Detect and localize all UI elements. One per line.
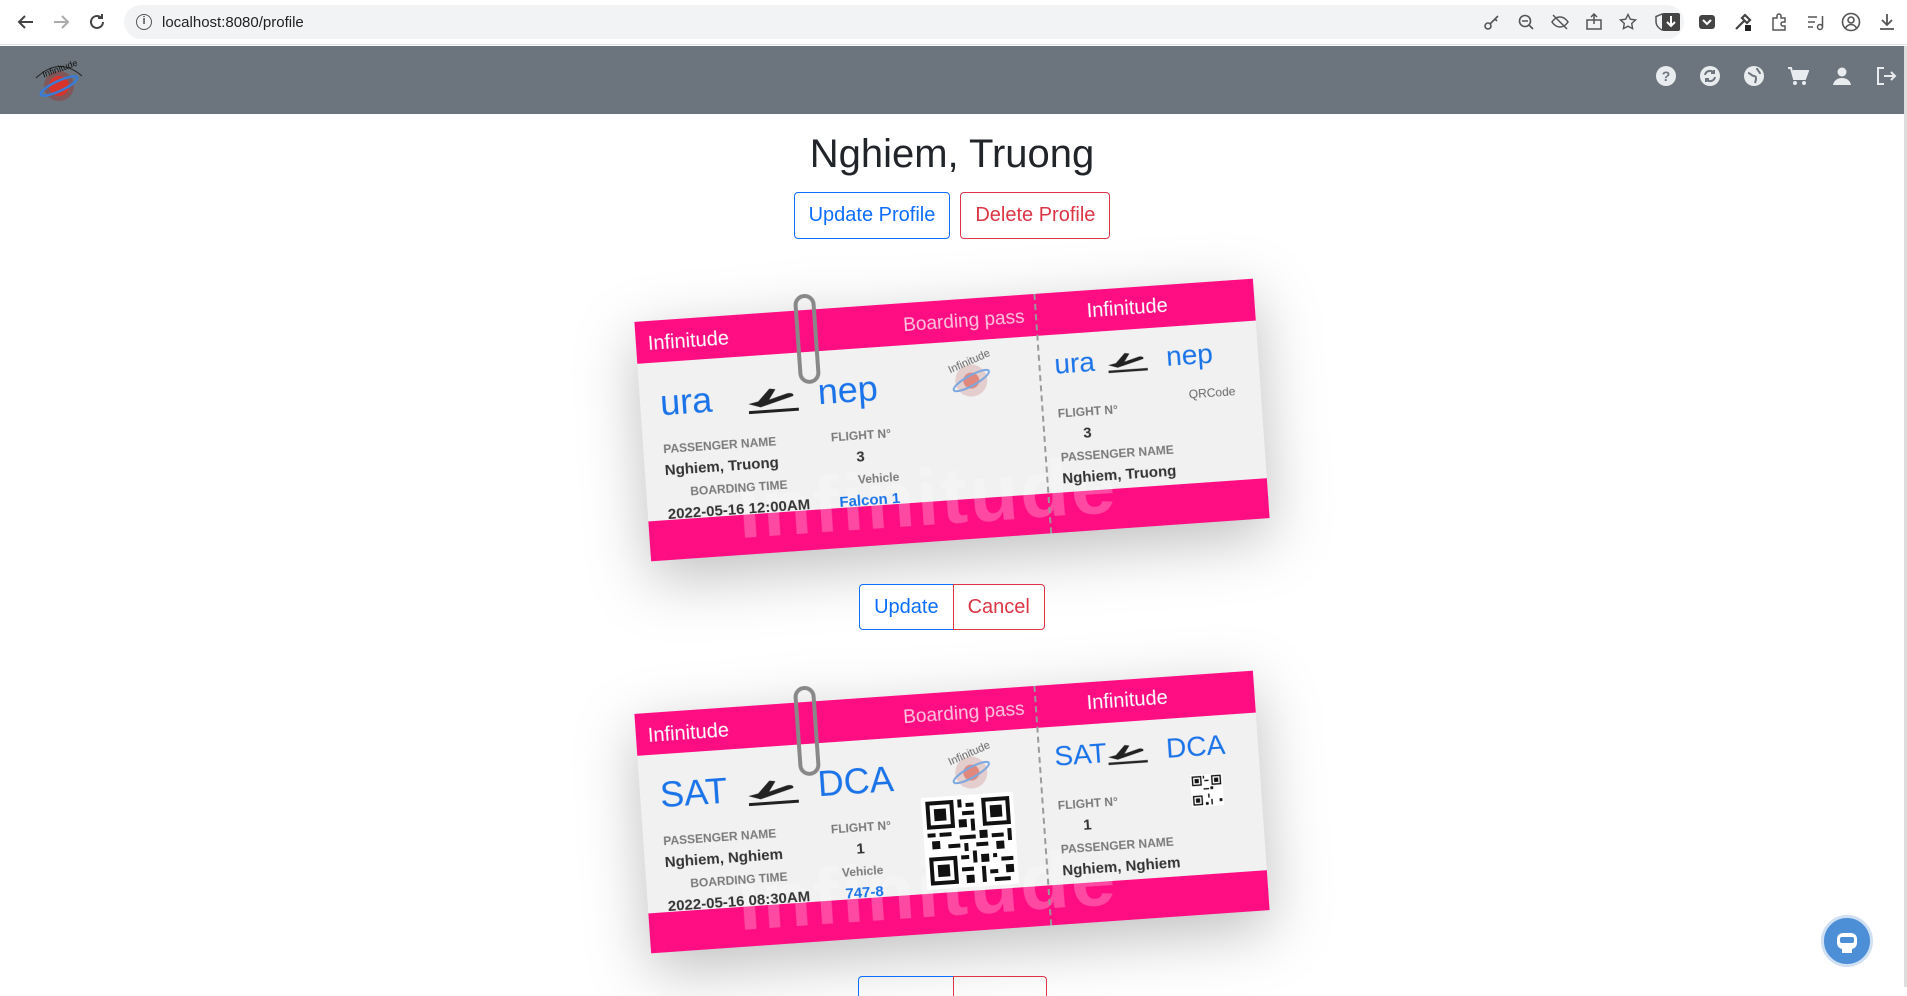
browser-toolbar: i localhost:8080/profile xyxy=(0,0,1907,45)
user-icon[interactable] xyxy=(1830,64,1854,88)
passenger-name-label: PASSENGER NAME xyxy=(663,434,777,456)
stub-plane-icon xyxy=(1105,340,1151,380)
stub-flight-label: FLIGHT N° xyxy=(1057,402,1118,420)
update-profile-button[interactable]: Update Profile xyxy=(794,192,951,239)
vehicle-label: Vehicle xyxy=(857,470,899,487)
boarding-pass-card: Infinitude Infinitude Boarding pass Infi… xyxy=(634,671,1269,954)
globe-icon[interactable] xyxy=(1742,64,1766,88)
flight-number: 1 xyxy=(856,840,866,858)
stub-destination-code: nep xyxy=(1165,338,1214,373)
update-ticket-button-partial[interactable] xyxy=(858,976,954,996)
vehicle-label: Vehicle xyxy=(841,863,883,880)
destination-code: DCA xyxy=(816,758,895,805)
logout-icon[interactable] xyxy=(1874,64,1898,88)
cancel-ticket-button-partial[interactable] xyxy=(953,976,1047,996)
app-header: Infinitude ? xyxy=(0,46,1904,114)
stub-origin-code: SAT xyxy=(1053,737,1107,773)
address-bar[interactable]: i localhost:8080/profile xyxy=(124,5,1684,39)
stub-plane-icon xyxy=(1105,732,1151,772)
stub-origin-code: ura xyxy=(1053,346,1096,381)
update-ticket-button[interactable]: Update xyxy=(859,584,954,630)
stub-flight-label: FLIGHT N° xyxy=(1057,794,1118,812)
infinitude-logo[interactable]: Infinitude xyxy=(28,56,90,104)
help-icon[interactable]: ? xyxy=(1654,64,1678,88)
plane-takeoff-icon xyxy=(744,764,803,813)
music-list-icon[interactable] xyxy=(1805,12,1825,32)
eyedropper-icon[interactable] xyxy=(1733,12,1753,32)
flight-number-label: FLIGHT N° xyxy=(830,426,891,444)
passenger-name-label: PASSENGER NAME xyxy=(663,826,777,848)
eye-off-icon[interactable] xyxy=(1550,12,1570,32)
vehicle-name[interactable]: 747-8 xyxy=(845,883,884,903)
sync-icon[interactable] xyxy=(1698,64,1722,88)
zoom-out-icon[interactable] xyxy=(1516,12,1536,32)
bookmark-star-icon[interactable] xyxy=(1618,12,1638,32)
boarding-pass: Infinitude Infinitude Boarding pass Infi… xyxy=(634,279,1269,562)
download-ext-icon[interactable] xyxy=(1661,12,1681,32)
flight-number-label: FLIGHT N° xyxy=(830,818,891,836)
infinitude-emblem: Infinitude xyxy=(937,344,1005,404)
profile-avatar-icon[interactable] xyxy=(1841,12,1861,32)
svg-text:?: ? xyxy=(1662,68,1671,84)
flight-number: 3 xyxy=(856,448,866,466)
destination-code: nep xyxy=(816,367,879,413)
stub-qr-code xyxy=(1190,773,1225,812)
cancel-ticket-button[interactable]: Cancel xyxy=(953,584,1045,630)
url-text: localhost:8080/profile xyxy=(162,14,304,31)
share-icon[interactable] xyxy=(1584,12,1604,32)
stub-flight-number: 1 xyxy=(1083,816,1093,834)
reload-icon[interactable] xyxy=(80,5,114,39)
downloads-icon[interactable] xyxy=(1877,12,1897,32)
infinitude-emblem: Infinitude xyxy=(937,736,1005,796)
site-info-icon[interactable]: i xyxy=(136,14,152,30)
pocket-icon[interactable] xyxy=(1697,12,1717,32)
cart-icon[interactable] xyxy=(1786,64,1810,88)
qr-code xyxy=(921,792,1020,895)
boarding-pass: Infinitude Infinitude Boarding pass Infi… xyxy=(634,671,1269,954)
chat-assistant-button[interactable] xyxy=(1821,915,1873,967)
extensions-icon[interactable] xyxy=(1769,12,1789,32)
stub-flight-number: 3 xyxy=(1083,424,1093,442)
origin-code: SAT xyxy=(659,770,729,817)
profile-actions: Update Profile Delete Profile xyxy=(0,192,1904,239)
key-icon[interactable] xyxy=(1482,12,1502,32)
stub-destination-code: DCA xyxy=(1165,729,1226,765)
plane-takeoff-icon xyxy=(744,372,803,421)
forward-arrow-icon[interactable] xyxy=(44,5,78,39)
delete-profile-button[interactable]: Delete Profile xyxy=(960,192,1110,239)
back-arrow-icon[interactable] xyxy=(9,5,43,39)
ticket-actions: Update Cancel xyxy=(0,584,1904,630)
profile-name-title: Nghiem, Truong xyxy=(0,132,1904,177)
ticket-actions-partial xyxy=(0,976,1904,996)
origin-code: ura xyxy=(659,379,714,425)
boarding-pass-card: Infinitude Infinitude Boarding pass Infi… xyxy=(634,279,1269,562)
qr-code-broken-image: QRCode xyxy=(1188,384,1236,401)
